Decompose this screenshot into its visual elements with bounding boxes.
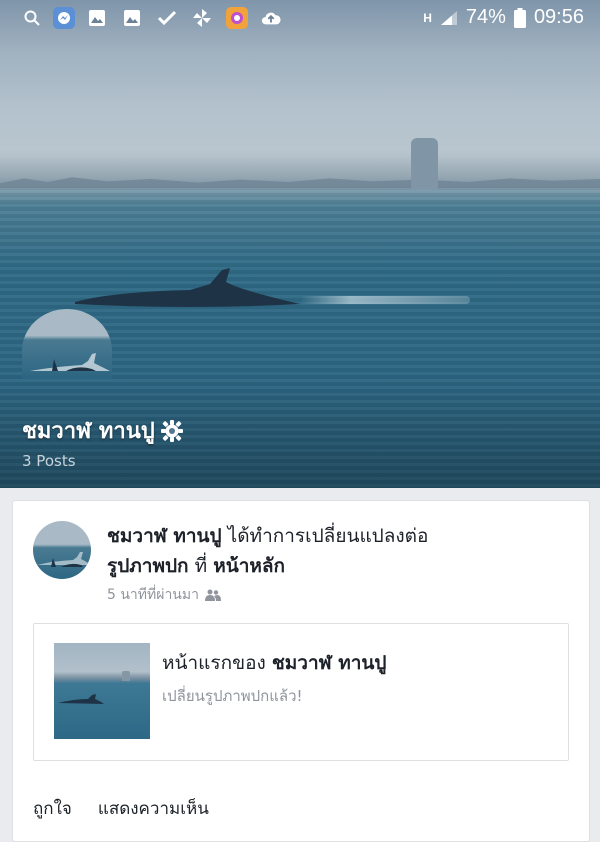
connector-text: ที่ (194, 555, 208, 577)
whale-image (58, 694, 104, 704)
image-icon-2 (122, 8, 142, 28)
post-actions: ถูกใจ แสดงความเห็น (33, 795, 209, 822)
whale-image (30, 353, 110, 371)
author-avatar[interactable] (33, 521, 91, 579)
messenger-icon (53, 7, 75, 29)
check-icon (157, 8, 177, 28)
water-tower (411, 138, 438, 190)
cover-thumbnail[interactable] (54, 643, 150, 739)
whale-image (37, 552, 91, 567)
image-icon (87, 8, 107, 28)
shared-page-attachment[interactable]: หน้าแรกของ ชมวาฬ ทานปู เปลี่ยนรูปภาพปกแล… (33, 623, 569, 761)
cover-photo[interactable]: H 74% 09:56 ชมวาฬ ทานปู 3 Posts (0, 0, 600, 488)
home-page-link[interactable]: หน้าหลัก (213, 555, 285, 577)
search-icon (22, 8, 42, 28)
pinwheel-icon (192, 8, 212, 28)
signal-icon (440, 10, 457, 25)
clock: 09:56 (533, 6, 584, 28)
whale-image (75, 268, 300, 307)
comment-button[interactable]: แสดงความเห็น (98, 795, 209, 822)
gear-icon[interactable] (160, 419, 183, 442)
post-timestamp[interactable]: 5 นาทีที่ผ่านมา (107, 584, 199, 606)
shared-page-subtitle: เปลี่ยนรูปภาพปกแล้ว! (162, 687, 303, 705)
network-type-label: H (423, 10, 432, 25)
page-profile-picture[interactable] (22, 309, 112, 379)
battery-percent: 74% (465, 6, 506, 28)
share-title-page-name: ชมวาฬ ทานปู (271, 652, 387, 674)
post-headline: ชมวาฬ ทานปู ได้ทำการเปลี่ยนแปลงต่อ รูปภา… (107, 521, 577, 581)
activity-post-card: ชมวาฬ ทานปู ได้ทำการเปลี่ยนแปลงต่อ รูปภา… (12, 500, 590, 842)
friends-audience-icon (204, 589, 221, 601)
post-meta: 5 นาทีที่ผ่านมา (107, 584, 221, 606)
page-name-heading[interactable]: ชมวาฬ ทานปู (22, 413, 183, 448)
cloud-upload-icon (261, 8, 281, 28)
status-bar: H 74% 09:56 (0, 0, 600, 36)
action-text: ได้ทำการเปลี่ยนแปลงต่อ (227, 525, 429, 547)
posts-count: 3 Posts (22, 452, 76, 470)
camera-app-icon (226, 7, 248, 29)
like-button[interactable]: ถูกใจ (33, 795, 72, 822)
shared-page-title[interactable]: หน้าแรกของ ชมวาฬ ทานปู (162, 648, 386, 678)
author-name-link[interactable]: ชมวาฬ ทานปู (107, 525, 222, 547)
battery-icon (513, 7, 526, 28)
page-name-text: ชมวาฬ ทานปู (22, 419, 155, 444)
cover-photo-link[interactable]: รูปภาพปก (107, 555, 189, 577)
share-title-prefix: หน้าแรกของ (162, 652, 266, 674)
